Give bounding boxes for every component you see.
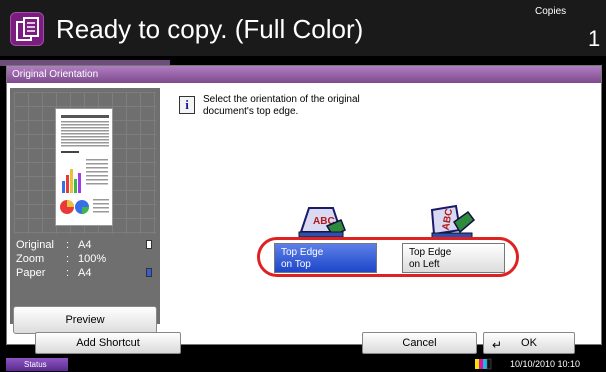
- paper-label: Paper: [16, 267, 46, 279]
- original-label: Original: [16, 239, 54, 251]
- top-edge-on-left-illustration: ABC: [430, 204, 476, 239]
- copies-count: 1: [588, 26, 601, 51]
- instruction-text: Select the orientation of the original d…: [203, 94, 360, 117]
- orientation-options: Top Edge on Top Top Edge on Left: [257, 237, 519, 277]
- paper-row: Paper : A4: [16, 266, 156, 280]
- page-title: Ready to copy. (Full Color): [56, 14, 364, 44]
- cancel-button[interactable]: Cancel: [362, 332, 477, 354]
- preview-info: Original : A4 Zoom : 100% Paper : A4: [16, 238, 156, 280]
- zoom-value: 100%: [78, 253, 107, 265]
- option-label-line2: on Top: [281, 259, 311, 270]
- copy-icon: [10, 12, 44, 46]
- original-row: Original : A4: [16, 238, 156, 252]
- option-label-line1: Top Edge: [281, 247, 324, 258]
- separator: :: [66, 239, 70, 251]
- status-bar: Status 10/10/2010 10:10: [0, 356, 606, 372]
- add-shortcut-button[interactable]: Add Shortcut: [35, 332, 181, 354]
- copy-screen: Ready to copy. (Full Color) Copies 1 Ori…: [0, 0, 606, 372]
- separator: :: [66, 267, 70, 279]
- timestamp: 10/10/2010 10:10: [510, 359, 581, 369]
- top-edge-on-top-illustration: ABC: [298, 207, 346, 238]
- option-label-line2: on Left: [409, 259, 440, 270]
- orientation-panel: Original Orientation Original: A4 Zoom …: [6, 65, 602, 354]
- original-value: A4: [78, 239, 92, 251]
- document-thumbnail: [55, 108, 113, 226]
- enter-icon: ↵: [492, 338, 503, 352]
- preview-button[interactable]: Preview: [13, 306, 157, 334]
- option-label-line1: Top Edge: [409, 247, 452, 258]
- portrait-paper-icon: [146, 240, 152, 249]
- top-edge-on-left-button[interactable]: Top Edge on Left: [402, 243, 505, 273]
- header: Ready to copy. (Full Color) Copies 1: [0, 0, 606, 56]
- toner-level-icon: [475, 358, 492, 370]
- zoom-label: Zoom: [16, 253, 45, 265]
- zoom-row: Zoom : 100%: [16, 252, 156, 266]
- top-edge-on-top-button[interactable]: Top Edge on Top: [274, 243, 377, 273]
- portrait-paper-icon: [146, 268, 152, 277]
- preview-area: Original : A4 Zoom : 100% Paper : A4 Pre: [10, 88, 160, 334]
- separator: :: [66, 253, 70, 265]
- ok-button[interactable]: ↵ OK: [483, 332, 575, 354]
- ok-label: OK: [521, 337, 537, 349]
- paper-value: A4: [78, 267, 92, 279]
- copies-label: Copies: [535, 6, 567, 17]
- panel-title: Original Orientation: [7, 66, 601, 83]
- status-button[interactable]: Status: [6, 358, 68, 371]
- info-icon: i: [179, 96, 195, 114]
